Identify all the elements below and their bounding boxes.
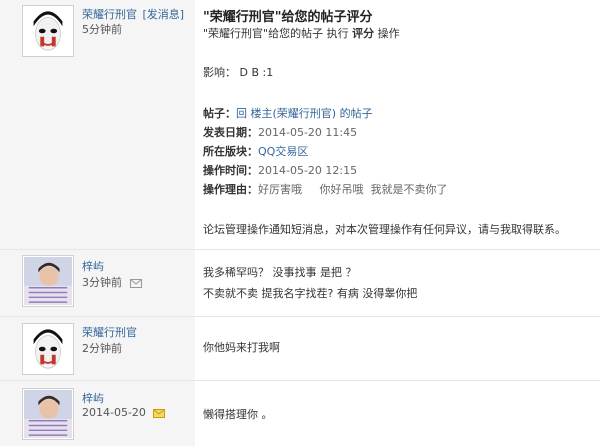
envelope-icon[interactable] xyxy=(153,408,166,418)
send-message-link[interactable]: [发消息] xyxy=(143,8,185,21)
subtitle-op: 评分 xyxy=(352,27,375,40)
notice-text: 论坛管理操作通知短消息，对本次管理操作有任何异议，请与我取得联系。 xyxy=(203,223,566,236)
field-value: 2014-05-20 12:15 xyxy=(258,164,358,177)
field-post-date: 发表日期：2014-05-20 11:45 xyxy=(203,124,357,140)
message-item: 荣耀行刑官 [发消息] 5分钟前 "荣耀行刑官"给您的帖子评分 "荣耀行刑官"给… xyxy=(0,0,600,249)
avatar-photo-image xyxy=(24,257,72,305)
field-label: 发表日期： xyxy=(203,126,258,139)
message-item: 梓屿 3分钟前 我多稀罕吗？ 没事找事 是把 ？ 不卖就不卖 提我名字找茬? 有… xyxy=(0,250,600,316)
message-time: 2分钟前 xyxy=(82,342,122,355)
field-label: 帖子： xyxy=(203,107,236,120)
post-link[interactable]: 回 楼主(荣耀行刑官) 的帖子 xyxy=(236,107,373,120)
message-line: 懒得搭理你 。 xyxy=(203,408,273,421)
message-thread: 荣耀行刑官 [发消息] 5分钟前 "荣耀行刑官"给您的帖子评分 "荣耀行刑官"给… xyxy=(0,0,600,446)
message-line: 不卖就不卖 提我名字找茬? 有病 没得睾你把 xyxy=(203,287,418,300)
field-label: 操作理由： xyxy=(203,183,258,196)
field-op-time: 操作时间：2014-05-20 12:15 xyxy=(203,162,357,178)
sender-name[interactable]: 梓屿 xyxy=(82,258,104,274)
message-line: 我多稀罕吗？ 没事找事 是把 ？ xyxy=(203,266,357,279)
message-time: 3分钟前 xyxy=(82,276,122,289)
field-reason: 操作理由：好厉害哦 你好吊哦 我就是不卖你了 xyxy=(203,181,447,197)
avatar[interactable] xyxy=(22,255,74,307)
message-time-group: 2014-05-20 xyxy=(82,406,166,419)
subtitle-suffix: 操作 xyxy=(374,27,400,40)
message-item: 荣耀行刑官 2分钟前 你他妈来打我啊 xyxy=(0,317,600,380)
message-time: 2014-05-20 xyxy=(82,406,146,419)
avatar-photo-image xyxy=(24,390,72,438)
field-value: 2014-05-20 11:45 xyxy=(258,126,358,139)
message-title: "荣耀行刑官"给您的帖子评分 xyxy=(203,10,373,25)
avatar[interactable] xyxy=(22,5,74,57)
field-value: 好厉害哦 你好吊哦 我就是不卖你了 xyxy=(258,183,448,196)
sender-name[interactable]: 梓屿 xyxy=(82,390,104,406)
avatar[interactable] xyxy=(22,388,74,440)
subtitle-prefix: "荣耀行刑官"给您的帖子 执行 xyxy=(203,27,353,40)
forum-link[interactable]: QQ交易区 xyxy=(258,145,308,158)
avatar[interactable] xyxy=(22,323,74,375)
impact-line: 影响： D B :1 xyxy=(203,64,273,80)
message-line: 你他妈来打我啊 xyxy=(203,341,280,354)
message-time: 5分钟前 xyxy=(82,23,122,36)
message-item: 梓屿 2014-05-20 懒得搭理你 。 xyxy=(0,381,600,446)
impact-label: 影响： xyxy=(203,66,236,79)
impact-value: D B :1 xyxy=(239,66,274,79)
avatar-clown-image xyxy=(24,325,72,373)
envelope-icon[interactable] xyxy=(129,278,142,288)
sender-name[interactable]: 荣耀行刑官 xyxy=(82,324,137,340)
message-time-group: 3分钟前 xyxy=(82,274,142,290)
field-label: 操作时间： xyxy=(203,164,258,177)
field-label: 所在版块： xyxy=(203,145,258,158)
avatar-clown-image xyxy=(24,7,72,55)
message-subtitle: "荣耀行刑官"给您的帖子 执行 评分 操作 xyxy=(203,25,400,41)
field-forum: 所在版块：QQ交易区 xyxy=(203,143,308,159)
field-post: 帖子：回 楼主(荣耀行刑官) 的帖子 xyxy=(203,105,373,121)
sender-name[interactable]: 荣耀行刑官 xyxy=(82,8,137,21)
